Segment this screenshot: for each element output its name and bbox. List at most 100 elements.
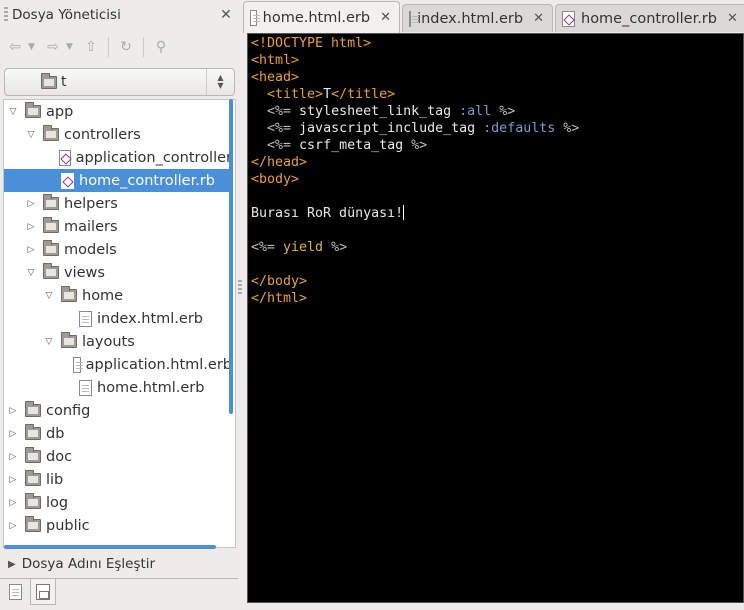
tab-close-icon[interactable]: ✕: [727, 11, 738, 26]
filter-search-icon[interactable]: ⚲: [150, 35, 172, 59]
file-tree[interactable]: ▽ app ▽ controllers application_controller ho…: [3, 99, 236, 548]
toolbar-separator: [143, 37, 144, 57]
expand-arrow-icon[interactable]: ▷: [7, 497, 19, 509]
folder-icon: [25, 102, 41, 118]
tree-item-home-html-erb[interactable]: home.html.erb: [4, 376, 232, 399]
code-token: <%=: [267, 121, 300, 136]
tree-item-home[interactable]: ▽ home: [4, 284, 232, 307]
folder-icon: [43, 125, 59, 141]
folder-icon: [25, 470, 41, 486]
code-editor[interactable]: <!DOCTYPE html> <html> <head> <title>T</ti…: [247, 33, 744, 603]
collapse-arrow-icon[interactable]: ▽: [43, 290, 55, 302]
code-token: <%=: [267, 104, 300, 119]
drag-grip[interactable]: [4, 7, 8, 23]
file-icon: [250, 9, 260, 26]
code-line: <%= yield %>: [251, 239, 347, 256]
tree-item-lib[interactable]: ▷ lib: [4, 468, 232, 491]
code-token: </html>: [251, 291, 308, 306]
tab-close-icon[interactable]: ✕: [380, 10, 391, 25]
tab-close-icon[interactable]: ✕: [533, 11, 544, 26]
filename-filter-expander[interactable]: ▶ Dosya Adını Eşleştir: [0, 552, 238, 576]
tree-item-config[interactable]: ▷ config: [4, 399, 232, 422]
close-icon[interactable]: ✕: [214, 7, 238, 23]
code-line: </body>: [251, 273, 307, 290]
collapse-arrow-icon[interactable]: ▽: [25, 267, 37, 279]
tree-item-application-controller[interactable]: application_controller: [4, 146, 232, 169]
code-line: Burası RoR dünyası!: [251, 205, 405, 222]
back-history-dropdown-icon[interactable]: ▼: [28, 42, 40, 52]
filename-filter-label: Dosya Adını Eşleştir: [21, 556, 156, 572]
tree-item-home-controller-rb[interactable]: home_controller.rb: [4, 169, 232, 192]
tree-item-label: db: [46, 425, 65, 442]
tab-home-controller-rb[interactable]: home_controller.rb ✕: [555, 4, 744, 32]
tab-index-html-erb[interactable]: index.html.erb ✕: [402, 4, 553, 32]
expand-arrow-icon[interactable]: ▷: [25, 198, 37, 210]
location-dropdown-icon[interactable]: ▲ ▼: [206, 69, 234, 95]
tree-item-controllers[interactable]: ▽ controllers: [4, 123, 232, 146]
expand-arrow-icon[interactable]: ▷: [7, 474, 19, 486]
tree-item-application-html-erb[interactable]: application.html.erb: [4, 353, 232, 376]
expand-arrow-icon[interactable]: ▷: [25, 244, 37, 256]
tree-item-views[interactable]: ▽ views: [4, 261, 232, 284]
tree-item-label: home_controller.rb: [79, 172, 215, 189]
collapse-arrow-icon[interactable]: ▽: [43, 336, 55, 348]
code-token: %>: [555, 121, 580, 136]
collapse-arrow-icon[interactable]: ▽: [25, 129, 37, 141]
file-browser-tab[interactable]: [2, 579, 28, 605]
expand-arrow-icon[interactable]: ▷: [7, 405, 19, 417]
tree-item-label: config: [46, 402, 91, 419]
expand-arrow-icon[interactable]: ▷: [7, 520, 19, 532]
expand-arrow-icon[interactable]: ▷: [7, 451, 19, 463]
panel-header: Dosya Yöneticisi ✕: [0, 0, 238, 30]
tree-item-helpers[interactable]: ▷ helpers: [4, 192, 232, 215]
tab-home-html-erb[interactable]: home.html.erb ✕: [243, 1, 400, 33]
code-token: T: [323, 87, 332, 102]
tree-item-app[interactable]: ▽ app: [4, 100, 232, 123]
navigation-toolbar: ⇦ ▼ ⇨ ▼ ⇧ ↻ ⚲: [4, 32, 234, 62]
panel-title: Dosya Yöneticisi: [12, 7, 121, 23]
folder-icon: [25, 516, 41, 532]
tree-item-models[interactable]: ▷ models: [4, 238, 232, 261]
code-token: <body>: [251, 172, 300, 187]
folder-icon: [25, 493, 41, 509]
pane-splitter-handle[interactable]: [238, 280, 242, 294]
code-line: <!DOCTYPE html>: [251, 35, 371, 52]
up-arrow-icon[interactable]: ⇧: [80, 35, 102, 59]
file-browser-icon: [8, 584, 22, 600]
code-token: <!DOCTYPE html>: [251, 36, 372, 51]
tree-item-label: controllers: [64, 126, 141, 143]
tree-item-index-html-erb[interactable]: index.html.erb: [4, 307, 232, 330]
ruby-file-icon: [61, 172, 74, 189]
expander-arrow-icon: ▶: [8, 558, 16, 570]
tree-item-label: models: [64, 241, 117, 258]
tab-label: home.html.erb: [262, 9, 371, 26]
tree-item-mailers[interactable]: ▷ mailers: [4, 215, 232, 238]
expand-arrow-icon[interactable]: ▷: [7, 428, 19, 440]
tree-item-log[interactable]: ▷ log: [4, 491, 232, 514]
tree-item-layouts[interactable]: ▽ layouts: [4, 330, 232, 353]
expand-arrow-icon[interactable]: ▷: [25, 221, 37, 233]
file-icon: [79, 310, 92, 327]
code-token: <head>: [251, 70, 300, 85]
tree-item-db[interactable]: ▷ db: [4, 422, 232, 445]
code-token: javascript_include_tag: [299, 121, 484, 136]
horizontal-scrollbar[interactable]: [4, 545, 216, 549]
documents-tab[interactable]: [30, 579, 56, 605]
forward-history-dropdown-icon[interactable]: ▼: [66, 42, 78, 52]
refresh-icon[interactable]: ↻: [115, 35, 137, 59]
code-token: <%=: [267, 138, 300, 153]
collapse-arrow-icon[interactable]: ▽: [7, 106, 19, 118]
forward-arrow-icon[interactable]: ⇨: [42, 35, 64, 59]
location-combo[interactable]: t ▲ ▼: [4, 68, 235, 96]
folder-icon: [43, 217, 59, 233]
back-arrow-icon[interactable]: ⇦: [4, 35, 26, 59]
tree-item-doc[interactable]: ▷ doc: [4, 445, 232, 468]
vertical-scrollbar[interactable]: [229, 99, 233, 414]
status-strip: [243, 603, 744, 610]
tree-item-public[interactable]: ▷ public: [4, 514, 232, 537]
code-line: </head>: [251, 154, 307, 171]
